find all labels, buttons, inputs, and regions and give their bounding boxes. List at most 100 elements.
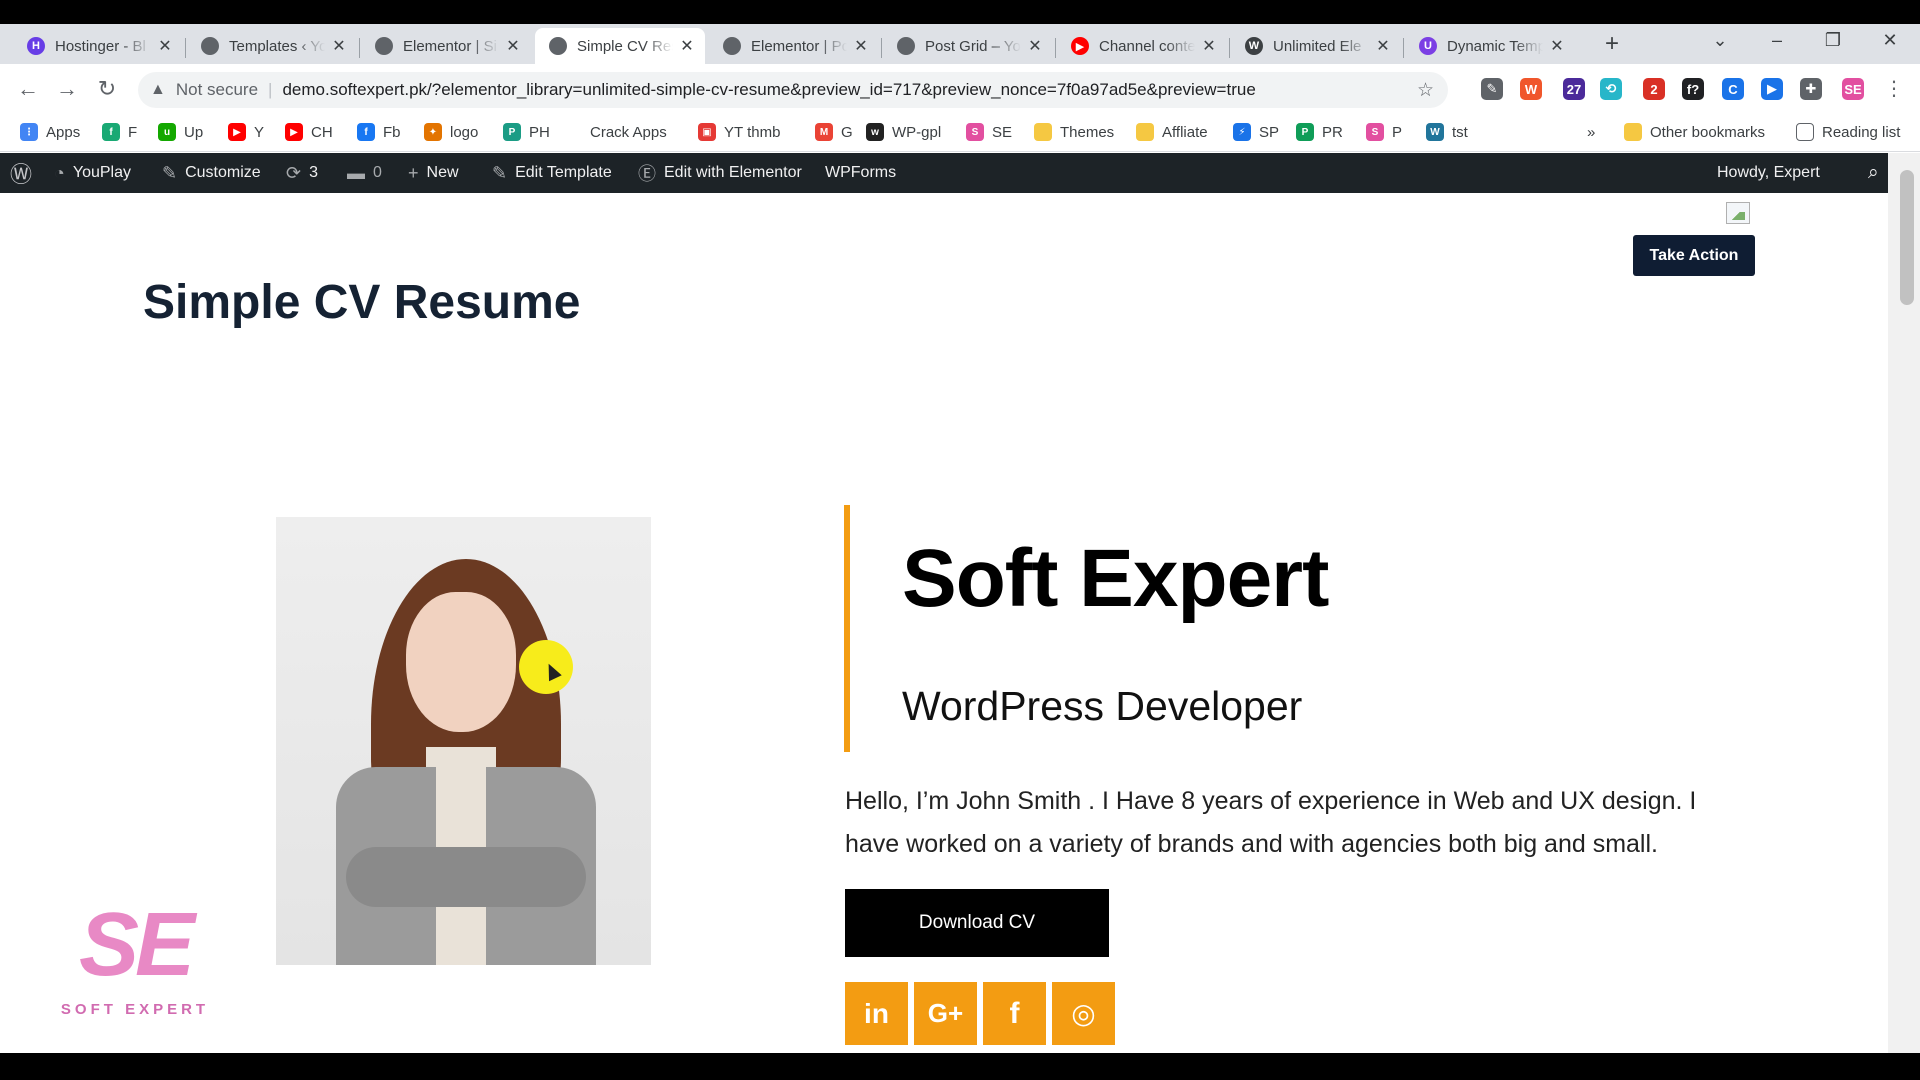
font-finder-icon[interactable]: f? bbox=[1682, 78, 1704, 100]
bookmark-item[interactable]: Crack Apps bbox=[590, 119, 667, 145]
puzzle-icon[interactable]: ✚ bbox=[1800, 78, 1822, 100]
wp-logo-icon[interactable]: Ⓦ bbox=[10, 153, 32, 193]
wappalyzer-icon[interactable]: W bbox=[1520, 78, 1542, 100]
shield-badge-icon[interactable]: 2 bbox=[1643, 78, 1665, 100]
browser-tab[interactable]: Elementor | Si ✕ bbox=[361, 28, 531, 64]
bookmark-item[interactable]: ▣ YT thmb bbox=[698, 119, 780, 145]
sync-icon[interactable]: ⟲ bbox=[1600, 78, 1622, 100]
admin-wpforms[interactable]: WPForms bbox=[825, 153, 896, 193]
c-extension-icon[interactable]: C bbox=[1722, 78, 1744, 100]
download-cv-button[interactable]: Download CV bbox=[845, 889, 1109, 957]
browser-tab[interactable]: U Dynamic Temp ✕ bbox=[1405, 28, 1575, 64]
bookmark-label: Fb bbox=[383, 123, 401, 141]
tab-close-icon[interactable]: ✕ bbox=[853, 36, 869, 56]
bookmark-item[interactable]: fF bbox=[102, 119, 137, 145]
warning-icon: ▲ bbox=[150, 81, 166, 98]
bookmark-item[interactable]: ✦ logo bbox=[424, 119, 478, 145]
bookmark-item[interactable]: Affliate bbox=[1136, 119, 1208, 145]
tab-separator bbox=[1403, 38, 1404, 58]
tab-close-icon[interactable]: ✕ bbox=[331, 36, 347, 56]
other-bookmarks[interactable]: Other bookmarks bbox=[1624, 119, 1765, 145]
admin-updates[interactable]: ⟳ 3 bbox=[286, 153, 318, 193]
tab-favicon-icon bbox=[375, 37, 393, 55]
tab-close-icon[interactable]: ✕ bbox=[1201, 36, 1217, 56]
tab-close-icon[interactable]: ✕ bbox=[505, 36, 521, 56]
bookmark-item[interactable]: SP bbox=[1366, 119, 1402, 145]
take-action-button[interactable]: Take Action bbox=[1633, 235, 1755, 276]
scrollbar-thumb[interactable] bbox=[1900, 170, 1914, 305]
browser-tab[interactable]: Elementor | Pc ✕ bbox=[709, 28, 879, 64]
minimize-icon[interactable]: – bbox=[1765, 30, 1789, 51]
browser-tab[interactable]: Simple CV Res ✕ bbox=[535, 28, 705, 64]
browser-tab[interactable]: ▶ Channel conte ✕ bbox=[1057, 28, 1227, 64]
admin-customize[interactable]: ✎ Customize bbox=[162, 153, 261, 193]
bookmark-item[interactable]: u Up bbox=[158, 119, 203, 145]
admin-edit-template[interactable]: ✎ Edit Template bbox=[492, 153, 612, 193]
tab-close-icon[interactable]: ✕ bbox=[1027, 36, 1043, 56]
bookmark-item[interactable]: ▶ Y bbox=[228, 119, 264, 145]
bookmarks-overflow[interactable]: » bbox=[1587, 119, 1595, 145]
bookmark-item[interactable]: P PR bbox=[1296, 119, 1343, 145]
play-extension-icon[interactable]: ▶ bbox=[1761, 78, 1783, 100]
tab-close-icon[interactable]: ✕ bbox=[157, 36, 173, 56]
reading-list-label: Reading list bbox=[1822, 123, 1901, 141]
linkedin-icon[interactable]: in bbox=[845, 982, 908, 1045]
reload-icon[interactable]: ↻ bbox=[93, 76, 121, 102]
back-icon[interactable]: ← bbox=[14, 76, 42, 102]
tab-close-icon[interactable]: ✕ bbox=[1549, 36, 1565, 56]
bookmark-favicon-icon: P bbox=[1296, 123, 1314, 141]
facebook-icon[interactable]: f bbox=[983, 982, 1046, 1045]
admin-search-icon[interactable]: ⌕ bbox=[1868, 153, 1879, 193]
bookmark-label: Up bbox=[184, 123, 204, 141]
bookmark-star-icon[interactable]: ☆ bbox=[1417, 79, 1434, 102]
dashboard-icon: ◔ bbox=[54, 162, 65, 183]
browser-menu-icon[interactable]: ⋮ bbox=[1884, 76, 1904, 101]
eyedropper-icon[interactable]: ✎ bbox=[1481, 78, 1503, 100]
bookmark-item[interactable]: ⋮ Apps bbox=[20, 119, 80, 145]
bookmark-item[interactable]: S SE bbox=[966, 119, 1012, 145]
tab-close-icon[interactable]: ✕ bbox=[679, 36, 695, 56]
admin-howdy[interactable]: Howdy, Expert bbox=[1717, 153, 1820, 193]
tab-favicon-icon bbox=[723, 37, 741, 55]
admin-comments[interactable]: ▬ 0 bbox=[347, 153, 382, 193]
bookmark-item[interactable]: MG bbox=[815, 119, 853, 145]
graduation-cap-icon[interactable]: 27 bbox=[1563, 78, 1585, 100]
admin-edit-with-elementor[interactable]: Ⓔ Edit with Elementor bbox=[638, 153, 802, 193]
bookmark-item[interactable]: f Fb bbox=[357, 119, 401, 145]
maximize-icon[interactable]: ❐ bbox=[1821, 30, 1845, 51]
soft-expert-logo: SE SOFT EXPERT bbox=[60, 897, 210, 1023]
forward-icon[interactable]: → bbox=[53, 76, 81, 102]
edit-with-elementor-label: Edit with Elementor bbox=[664, 164, 802, 181]
admin-site-name[interactable]: ◔ YouPlay bbox=[54, 153, 131, 193]
browser-tab[interactable]: Templates ‹ Yo ✕ bbox=[187, 28, 357, 64]
instagram-icon[interactable]: ◎ bbox=[1052, 982, 1115, 1045]
bookmark-item[interactable]: P PH bbox=[503, 119, 550, 145]
google-plus-icon[interactable]: G+ bbox=[914, 982, 977, 1045]
se-extension-icon[interactable]: SE bbox=[1842, 78, 1864, 100]
reading-list[interactable]: Reading list bbox=[1796, 119, 1900, 145]
profile-bio: Hello, I’m John Smith . I Have 8 years o… bbox=[845, 787, 1697, 858]
bookmark-item[interactable]: w WP-gpl bbox=[866, 119, 941, 145]
browser-tab[interactable]: W Unlimited Ele ✕ bbox=[1231, 28, 1401, 64]
profile-name: Soft Expert bbox=[902, 533, 1329, 624]
address-divider: | bbox=[268, 80, 273, 99]
bookmark-label: tst bbox=[1452, 123, 1468, 141]
tab-search-icon[interactable]: ⌄ bbox=[1708, 30, 1732, 51]
bookmark-item[interactable]: ⚡ SP bbox=[1233, 119, 1279, 145]
bookmark-favicon-icon: f bbox=[357, 123, 375, 141]
bookmark-item[interactable]: ▶ CH bbox=[285, 119, 333, 145]
comment-icon: ▬ bbox=[347, 162, 365, 183]
new-tab-button[interactable]: + bbox=[1598, 30, 1626, 58]
bookmark-item[interactable]: Wtst bbox=[1426, 119, 1468, 145]
tab-favicon-icon: W bbox=[1245, 37, 1263, 55]
tab-close-icon[interactable]: ✕ bbox=[1375, 36, 1391, 56]
tab-title: Hostinger - Bl bbox=[55, 37, 146, 55]
admin-new[interactable]: + New bbox=[408, 153, 459, 193]
browser-tab[interactable]: Post Grid – Yo ✕ bbox=[883, 28, 1053, 64]
browser-tab[interactable]: H Hostinger - Bl ✕ bbox=[13, 28, 183, 64]
close-window-icon[interactable]: ✕ bbox=[1878, 30, 1902, 51]
bookmark-favicon-icon: ▶ bbox=[228, 123, 246, 141]
address-bar[interactable]: ▲ Not secure | demo.softexpert.pk/?eleme… bbox=[138, 72, 1448, 108]
other-bookmarks-label: Other bookmarks bbox=[1650, 123, 1766, 141]
bookmark-item[interactable]: Themes bbox=[1034, 119, 1114, 145]
